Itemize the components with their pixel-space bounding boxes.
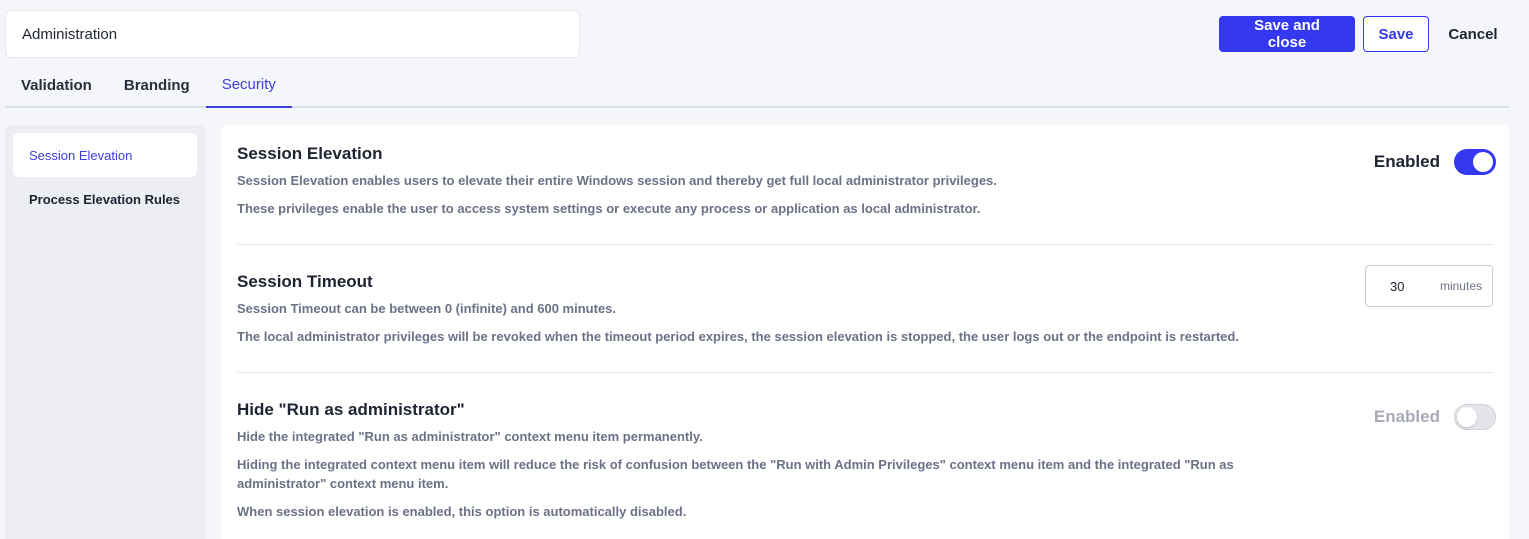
section-description: The local administrator privileges will … (237, 329, 1239, 344)
toggle-label: Enabled (1373, 152, 1440, 171)
toggle-label: Enabled (1373, 407, 1440, 426)
session-elevation-toggle-group: Enabled (1374, 149, 1496, 175)
section-description: When session elevation is enabled, this … (237, 504, 687, 519)
tab-security[interactable]: Security (205, 62, 292, 108)
session-elevation-toggle[interactable] (1454, 149, 1496, 175)
session-elevation-section: Session Elevation Session Elevation enab… (237, 125, 1496, 245)
section-description: Session Timeout can be between 0 (infini… (237, 301, 617, 316)
sidebar: Session Elevation Process Elevation Rule… (5, 125, 205, 539)
save-and-close-button[interactable]: Save and close (1219, 16, 1355, 52)
tab-bar: Validation Branding Security (5, 62, 1509, 108)
section-title: Hide "Run as administrator" (237, 400, 465, 419)
section-description: Hiding the integrated context menu item … (237, 457, 1234, 491)
hide-run-as-admin-section: Hide "Run as administrator" Hide the int… (237, 373, 1496, 539)
page-title: Administration (5, 10, 580, 58)
sidebar-item-process-elevation-rules[interactable]: Process Elevation Rules (13, 177, 197, 221)
section-description: These privileges enable the user to acce… (237, 201, 981, 216)
session-timeout-section: Session Timeout Session Timeout can be b… (237, 245, 1493, 373)
toggle-knob (1457, 407, 1477, 427)
save-button[interactable]: Save (1363, 16, 1429, 52)
session-timeout-input[interactable] (1390, 278, 1430, 294)
header-actions: Save and close Save Cancel (1219, 16, 1509, 52)
section-title: Session Timeout (237, 272, 373, 291)
session-timeout-field: minutes (1365, 265, 1493, 307)
timeout-unit-label: minutes (1439, 279, 1482, 293)
tab-branding[interactable]: Branding (108, 62, 206, 108)
settings-panel: Session Elevation Session Elevation enab… (221, 125, 1509, 539)
section-description: Session Elevation enables users to eleva… (237, 173, 997, 188)
section-description: Hide the integrated "Run as administrato… (237, 429, 703, 444)
section-title: Session Elevation (237, 144, 383, 163)
toggle-knob (1473, 152, 1493, 172)
admin-settings-page: Administration Save and close Save Cance… (0, 0, 1529, 539)
cancel-button[interactable]: Cancel (1437, 16, 1509, 52)
hide-run-as-admin-toggle-group: Enabled (1374, 404, 1496, 430)
hide-run-as-admin-toggle[interactable] (1454, 404, 1496, 430)
page-title-text: Administration (22, 25, 118, 43)
tab-validation[interactable]: Validation (5, 62, 108, 108)
sidebar-item-session-elevation[interactable]: Session Elevation (13, 133, 197, 177)
